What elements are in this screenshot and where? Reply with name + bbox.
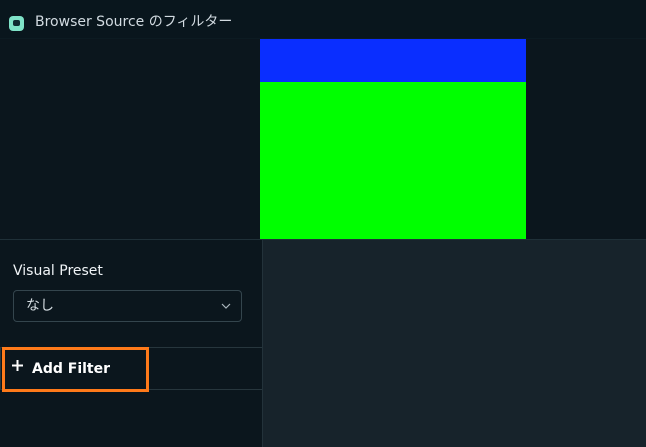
visual-preset-select[interactable]: なし <box>13 290 242 322</box>
add-filter-label: Add Filter <box>32 361 111 377</box>
preview-area <box>0 39 646 239</box>
filter-details-panel <box>262 240 646 447</box>
window-titlebar: Browser Source のフィルター <box>0 0 646 39</box>
preview-blue-region <box>260 39 526 82</box>
visual-preset-value: なし <box>26 298 54 314</box>
filter-settings-panel: Visual Preset なし Add Filter <box>0 240 263 447</box>
visual-preset-label: Visual Preset <box>13 263 103 279</box>
chevron-down-icon <box>221 303 231 309</box>
plus-icon <box>12 360 23 371</box>
filter-window: Browser Source のフィルター Visual Preset なし A… <box>0 0 646 447</box>
app-icon <box>9 16 24 31</box>
preview-green-region <box>260 82 526 239</box>
window-title: Browser Source のフィルター <box>35 14 233 30</box>
add-filter-button[interactable]: Add Filter <box>0 347 263 390</box>
